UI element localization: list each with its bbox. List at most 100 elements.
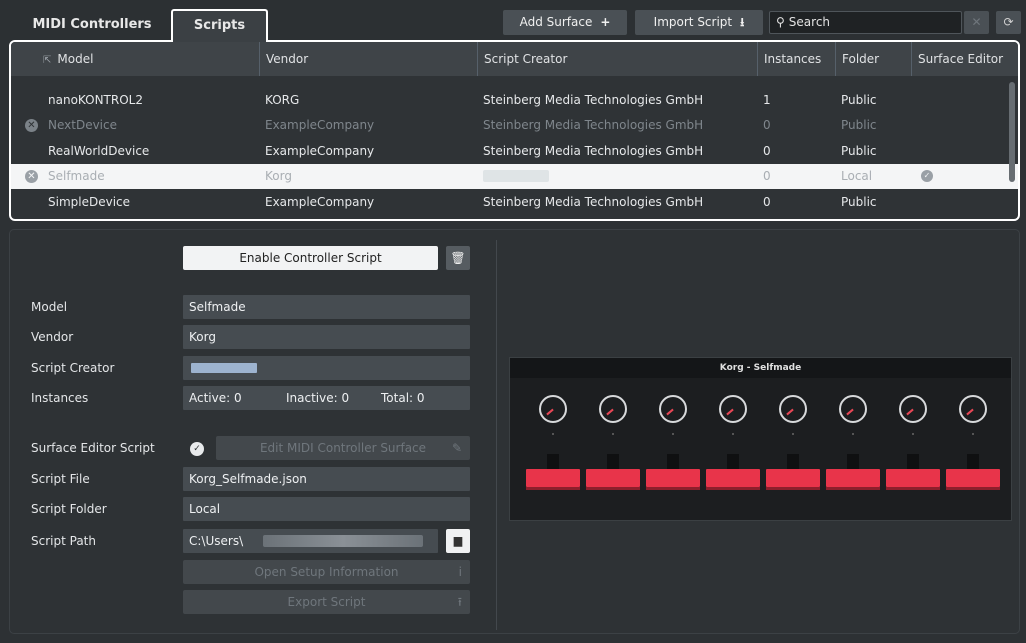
disabled-icon: ✕ xyxy=(25,170,38,183)
cell-vendor: ExampleCompany xyxy=(265,144,375,158)
script-folder-field: Local xyxy=(183,497,470,521)
tab-midi-controllers[interactable]: MIDI Controllers xyxy=(18,10,166,40)
column-script-creator[interactable]: Script Creator xyxy=(477,42,757,76)
table-scrollbar[interactable] xyxy=(1009,82,1015,182)
fader-cap xyxy=(907,454,919,470)
column-instances[interactable]: Instances xyxy=(757,42,835,76)
knob-label-dot xyxy=(792,433,794,435)
fader-shadow xyxy=(586,487,640,490)
export-script-button[interactable]: Export Script ⭱ xyxy=(183,590,470,614)
table-row[interactable]: RealWorldDevice ExampleCompany Steinberg… xyxy=(11,139,1018,164)
cell-folder: Local xyxy=(841,169,873,183)
surface-preview-title: Korg - Selfmade xyxy=(510,358,1011,378)
redacted-creator xyxy=(483,170,549,182)
disabled-icon: ✕ xyxy=(25,119,38,132)
cell-creator: Steinberg Media Technologies GmbH xyxy=(483,195,704,209)
knob-label-dot xyxy=(912,433,914,435)
column-surface-editor[interactable]: Surface Editor xyxy=(911,42,1018,76)
script-path-value: C:\Users\ xyxy=(189,534,244,548)
fader-control xyxy=(766,469,820,487)
search-placeholder: Search xyxy=(788,15,831,29)
column-vendor[interactable]: Vendor xyxy=(259,42,477,76)
fader-cap xyxy=(667,454,679,470)
cell-model: Selfmade xyxy=(48,169,105,183)
table-row[interactable]: ✕ NextDevice ExampleCompany Steinberg Me… xyxy=(11,113,1018,138)
fader-control xyxy=(646,469,700,487)
script-path-field: C:\Users\ xyxy=(183,529,438,553)
fader-cap xyxy=(787,454,799,470)
fader-cap xyxy=(727,454,739,470)
cell-model: nanoKONTROL2 xyxy=(48,93,143,107)
cell-vendor: KORG xyxy=(265,93,300,107)
open-folder-button[interactable]: ▆ xyxy=(446,529,470,553)
cell-instances: 0 xyxy=(763,118,771,132)
scripts-table: ⇱ Model Vendor Script Creator Instances F… xyxy=(9,40,1020,221)
edit-midi-controller-surface-button[interactable]: Edit MIDI Controller Surface ✎ xyxy=(216,436,470,460)
cell-creator: Steinberg Media Technologies GmbH xyxy=(483,93,704,107)
surface-editor-script-label: Surface Editor Script xyxy=(31,441,155,455)
cell-instances: 0 xyxy=(763,195,771,209)
surface-preview: Korg - Selfmade xyxy=(509,357,1012,521)
knob-label-dot xyxy=(612,433,614,435)
trash-icon: 🗑 xyxy=(450,251,466,265)
knob-control xyxy=(839,395,867,423)
import-script-label: Import Script xyxy=(653,15,733,29)
knob-label-dot xyxy=(852,433,854,435)
open-setup-label: Open Setup Information xyxy=(254,565,399,579)
info-icon: i xyxy=(458,565,462,579)
open-setup-information-button[interactable]: Open Setup Information i xyxy=(183,560,470,584)
pencil-icon: ✎ xyxy=(451,441,462,455)
table-row[interactable]: SimpleDevice ExampleCompany Steinberg Me… xyxy=(11,190,1018,215)
instances-active: Active: 0 xyxy=(189,391,242,405)
fader-control xyxy=(706,469,760,487)
fader-control xyxy=(526,469,580,487)
vendor-label: Vendor xyxy=(31,330,74,344)
cell-folder: Public xyxy=(841,195,877,209)
model-label: Model xyxy=(31,300,68,314)
cell-instances: 1 xyxy=(763,93,771,107)
cell-creator: Steinberg Media Technologies GmbH xyxy=(483,118,704,132)
knob-control xyxy=(719,395,747,423)
search-input[interactable]: ⚲ Search xyxy=(769,11,962,34)
knob-control xyxy=(659,395,687,423)
fader-shadow xyxy=(646,487,700,490)
script-creator-label: Script Creator xyxy=(31,361,115,375)
table-header: ⇱ Model Vendor Script Creator Instances F… xyxy=(11,42,1018,76)
add-surface-label: Add Surface xyxy=(519,15,593,29)
fader-shadow xyxy=(946,487,1000,490)
fader-shadow xyxy=(526,487,580,490)
knob-label-dot xyxy=(732,433,734,435)
export-icon: ⭱ xyxy=(457,595,462,609)
fader-shadow xyxy=(826,487,880,490)
surface-editor-check-icon: ✓ xyxy=(190,442,204,456)
redacted-path xyxy=(263,535,423,547)
column-folder[interactable]: Folder xyxy=(835,42,911,76)
cell-vendor: ExampleCompany xyxy=(265,118,375,132)
plus-icon: + xyxy=(600,15,611,29)
column-model[interactable]: ⇱ Model xyxy=(11,42,259,76)
fader-cap xyxy=(607,454,619,470)
script-creator-field xyxy=(183,356,470,380)
refresh-icon[interactable]: ⟳ xyxy=(996,11,1021,34)
table-row[interactable]: nanoKONTROL2 KORG Steinberg Media Techno… xyxy=(11,88,1018,113)
fader-cap xyxy=(847,454,859,470)
surface-editor-check-icon: ✓ xyxy=(921,170,933,182)
model-field: Selfmade xyxy=(183,295,470,319)
vendor-field: Korg xyxy=(183,325,470,349)
tab-scripts[interactable]: Scripts xyxy=(171,9,268,42)
add-surface-button[interactable]: Add Surface + xyxy=(503,10,627,35)
fader-cap xyxy=(547,454,559,470)
instances-total: Total: 0 xyxy=(381,391,425,405)
table-row-selected[interactable]: ✕ Selfmade Korg 0 Local ✓ xyxy=(11,164,1018,189)
knob-control xyxy=(779,395,807,423)
fader-cap xyxy=(967,454,979,470)
clear-search-icon[interactable]: ✕ xyxy=(964,11,989,34)
cell-creator: Steinberg Media Technologies GmbH xyxy=(483,144,704,158)
enable-controller-script-button[interactable]: Enable Controller Script xyxy=(183,246,438,270)
script-file-label: Script File xyxy=(31,472,90,486)
delete-script-button[interactable]: 🗑 xyxy=(446,246,470,270)
cell-vendor: ExampleCompany xyxy=(265,195,375,209)
cell-folder: Public xyxy=(841,93,877,107)
edit-surface-label: Edit MIDI Controller Surface xyxy=(259,441,427,455)
import-script-button[interactable]: Import Script ⭳ xyxy=(635,10,763,35)
